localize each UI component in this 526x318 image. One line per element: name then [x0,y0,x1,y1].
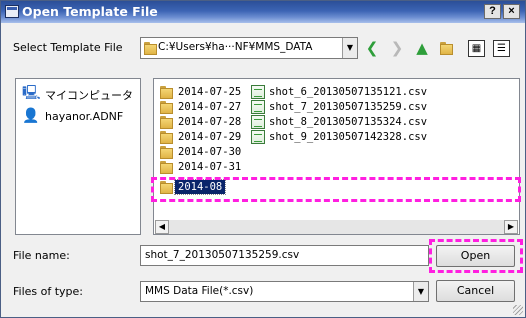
help-button[interactable]: ? [484,4,501,19]
path-dropdown-button[interactable]: ▼ [342,38,357,58]
close-button[interactable]: × [503,4,520,19]
folder-icon [160,130,173,144]
details-view-icon[interactable]: ☰ [493,40,510,57]
folder-name: 2014-07-28 [178,116,242,128]
file-list[interactable]: 2014-07-25 2014-07-27 2014-07-28 2014-07… [153,78,520,235]
file-name-field[interactable]: shot_7_20130507135259.csv [140,245,429,266]
open-template-dialog: Open Template File ? × Select Template F… [0,0,526,318]
folder-icon [160,145,173,159]
folder-name: 2014-07-29 [178,131,242,143]
file-name: shot_9_20130507142328.csv [269,131,428,143]
file-name: shot_6_20130507135121.csv [269,86,428,98]
title-bar[interactable]: Open Template File ? × [1,1,525,23]
place-label: マイコンピュータ [45,89,133,102]
open-button[interactable]: Open [436,245,515,267]
file-name-label: File name: [13,249,70,262]
file-type-dropdown-button[interactable]: ▼ [413,282,428,301]
folder-icon [160,100,173,114]
file-type-select[interactable]: MMS Data File(*.csv) ▼ [140,281,429,302]
place-label: hayanor.ADNF [45,110,124,123]
file-name: shot_8_20130507135324.csv [269,116,428,128]
folder-icon [160,115,173,129]
folder-name: 2014-07-30 [178,146,242,158]
csv-file-icon [251,100,265,114]
folder-icon [160,180,173,194]
forward-icon[interactable]: ❯ [387,38,407,58]
look-in-label: Select Template File [13,41,123,54]
folder-icon [160,160,173,174]
scroll-left-arrow-icon[interactable]: ◀ [155,220,169,234]
cancel-button[interactable]: Cancel [436,280,515,302]
folder-name: 2014-07-25 [178,86,242,98]
horizontal-scrollbar[interactable]: ◀ ▶ [155,220,518,234]
path-combo[interactable]: C:¥Users¥ha···NF¥MMS_DATA ▼ [140,37,358,59]
csv-file-icon [251,130,265,144]
folder-name: 2014-07-27 [178,101,242,113]
csv-file-icon [251,85,265,99]
list-view-icon[interactable]: ▦ [468,40,485,57]
folder-icon [144,41,157,55]
path-text: C:¥Users¥ha···NF¥MMS_DATA [158,41,313,53]
app-icon [5,5,19,18]
new-folder-icon[interactable] [440,41,453,55]
scroll-right-arrow-icon[interactable]: ▶ [504,220,518,234]
folder-name: 2014-08 [173,179,227,195]
csv-file-icon [251,115,265,129]
my-computer-icon: 🖳 [22,85,41,101]
user-folder-icon: 👤 [22,108,40,124]
dialog-title: Open Template File [22,4,158,19]
folder-icon [160,85,173,99]
folder-name: 2014-07-31 [178,161,242,173]
back-icon[interactable]: ❮ [362,38,382,58]
file-type-label: Files of type: [13,285,84,298]
places-bar: 🖳 マイコンピュータ 👤 hayanor.ADNF [15,78,141,235]
file-name: shot_7_20130507135259.csv [269,101,428,113]
file-name-value: shot_7_20130507135259.csv [145,249,300,261]
resize-grip[interactable] [513,305,523,315]
up-folder-icon[interactable]: ▲ [412,38,432,58]
file-type-value: MMS Data File(*.csv) [145,285,254,297]
